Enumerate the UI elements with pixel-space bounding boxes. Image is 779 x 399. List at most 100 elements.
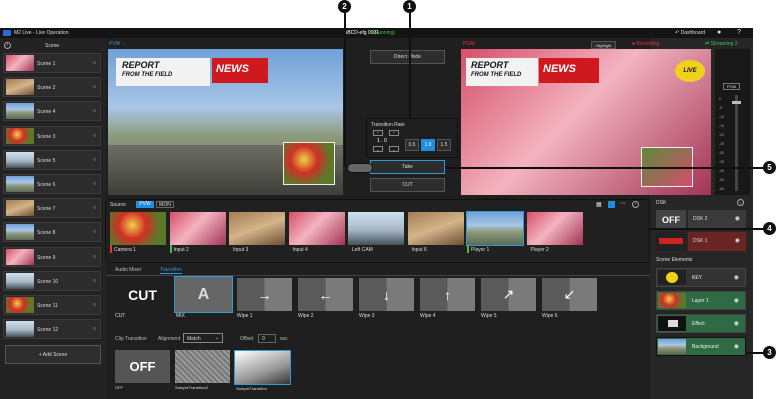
scene-menu-icon[interactable]: ≡ [93, 254, 96, 260]
transition-label: Wipe 6 [542, 313, 558, 319]
scene-menu-icon[interactable]: ≡ [93, 326, 96, 332]
scene-item[interactable]: Scene 8 ≡ [3, 222, 101, 243]
transition-tile[interactable]: ← Wipe 2 [298, 278, 353, 320]
source-tile[interactable]: Left CAM [348, 212, 404, 255]
transition-tile[interactable]: → Wipe 1 [237, 278, 292, 320]
collapse-left-icon[interactable]: ‹ [4, 42, 11, 49]
scene-label: Scene 3 [37, 133, 56, 140]
element-key[interactable]: KEY ◉ [656, 268, 746, 287]
wipe-arrow-icon: ← [298, 278, 353, 311]
collapse-right-icon[interactable]: › [737, 199, 744, 206]
source-tile[interactable]: Input 6 [407, 212, 464, 255]
recording-status: ● Recording [632, 41, 660, 47]
scene-item[interactable]: Scene 5 ≡ [3, 149, 101, 170]
offset-label: Offset [240, 336, 254, 342]
collapse-up-icon[interactable]: ⌃ [632, 201, 639, 208]
take-button[interactable]: Take [370, 160, 445, 174]
element-background[interactable]: Background ◉ [656, 337, 746, 356]
scene-menu-icon[interactable]: ≡ [93, 181, 96, 187]
dashboard-button[interactable]: ↶ Dashboard [675, 30, 705, 36]
clip-off-tile[interactable]: OFF [115, 350, 170, 383]
clip-sample2-tile[interactable] [175, 350, 230, 383]
transition-tile[interactable]: CUT CUT [115, 278, 170, 320]
dsk-label: DSK [656, 200, 667, 206]
pvw-label[interactable]: PVW ⌄ [109, 41, 126, 47]
scene-item[interactable]: Scene 11 ≡ [3, 295, 101, 315]
scene-menu-icon[interactable]: ≡ [93, 205, 96, 211]
tally-indicator [169, 245, 172, 253]
clip-transition-label: Clip Transition [115, 336, 147, 342]
scene-menu-icon[interactable]: ≡ [93, 133, 96, 139]
transition-rate-box: Transition Rate ⌃ ⌃ 1 . 0 ⌄ ⌄ 0.5 1.0 1.… [366, 118, 458, 158]
callout-5-line [445, 167, 764, 169]
tab-audio-mixer[interactable]: Audio Mixer [115, 267, 141, 273]
rate-down-fine-icon[interactable]: ⌄ [389, 146, 399, 152]
offset-input[interactable]: 0 [258, 334, 276, 343]
scene-item[interactable]: Scene 7 ≡ [3, 198, 101, 219]
scene-item[interactable]: Scene 3 ≡ [3, 125, 101, 146]
scene-item[interactable]: Scene 12 ≡ [3, 319, 101, 340]
app-logo [3, 30, 11, 36]
clip-sample-tile[interactable] [234, 350, 291, 385]
scene-menu-icon[interactable]: ≡ [93, 84, 96, 90]
scene-item[interactable]: Scene 6 ≡ [3, 174, 101, 194]
dsk-1-row[interactable]: DSK 1 ◉ [688, 232, 746, 251]
element-layer-1[interactable]: Layer 1 ◉ [656, 291, 746, 310]
pvw-monitor: REPORT FROM THE FIELD NEWS [108, 49, 343, 195]
source-tile[interactable]: Input 2 [169, 212, 226, 255]
dsk-off-button[interactable]: OFF [656, 210, 686, 229]
scene-item[interactable]: Scene 10 ≡ [3, 270, 101, 291]
rate-up-icon[interactable]: ⌃ [373, 130, 383, 136]
scene-menu-icon[interactable]: ≡ [93, 108, 96, 114]
callout-1-line [409, 12, 411, 118]
rate-up-fine-icon[interactable]: ⌃ [389, 130, 399, 136]
highlight-button[interactable]: Highlight [591, 41, 616, 49]
transition-tile[interactable]: ↙ Wipe 6 [542, 278, 597, 320]
transition-tile[interactable]: A MIX [174, 276, 233, 320]
transition-label: Wipe 1 [237, 313, 253, 319]
add-scene-button[interactable]: + Add Scene [5, 345, 101, 364]
source-label: Input 6 [411, 247, 427, 253]
scene-item[interactable]: Scene 9 ≡ [3, 246, 101, 267]
scene-item[interactable]: Scene 4 ≡ [3, 101, 101, 122]
rate-down-icon[interactable]: ⌄ [373, 146, 383, 152]
rate-preset-1-0[interactable]: 1.0 [421, 139, 435, 151]
scene-menu-icon[interactable]: ≡ [93, 157, 96, 163]
element-effect[interactable]: Effect ◉ [656, 314, 746, 333]
meter-fader[interactable] [732, 101, 741, 104]
large-view-icon[interactable] [608, 201, 615, 208]
user-icon[interactable]: ● [717, 29, 721, 36]
cut-button[interactable]: CUT [370, 178, 445, 192]
scene-thumbnail [6, 176, 34, 192]
scene-menu-icon[interactable]: ≡ [93, 60, 96, 66]
source-tile[interactable]: Player 1 [466, 211, 524, 255]
source-tile[interactable]: Input 4 [288, 212, 345, 255]
scene-thumbnail [6, 272, 34, 289]
alignment-select[interactable]: Match ⌄ [183, 333, 223, 343]
direct-mode-button[interactable]: Direct Mode [370, 50, 445, 64]
rate-preset-1-5[interactable]: 1.5 [437, 139, 451, 151]
title-bar: M2 Live - Live Operation ABCD-efg 0001 (… [0, 28, 753, 38]
tab-mon[interactable]: MON [156, 201, 174, 208]
transition-label: Wipe 5 [481, 313, 497, 319]
tab-pvw[interactable]: PVW [136, 201, 154, 208]
transition-tile[interactable]: ↗ Wipe 5 [481, 278, 536, 320]
scene-item[interactable]: Scene 1 ≡ [3, 53, 101, 73]
transition-tile[interactable]: ↓ Wipe 3 [359, 278, 414, 320]
more-icon[interactable]: ⋯ [620, 200, 626, 207]
rate-preset-0-5[interactable]: 0.5 [405, 139, 419, 151]
scene-item[interactable]: Scene 2 ≡ [3, 77, 101, 98]
source-tile[interactable]: Player 2 [526, 212, 583, 255]
meter-pgm-label: PGM [723, 83, 741, 90]
source-tile[interactable]: Camera 1 [110, 212, 166, 255]
source-tile[interactable]: Input 3 [229, 212, 285, 255]
scene-menu-icon[interactable]: ≡ [93, 278, 96, 284]
help-icon[interactable]: ? [737, 29, 741, 36]
scene-menu-icon[interactable]: ≡ [93, 302, 96, 308]
scene-menu-icon[interactable]: ≡ [93, 229, 96, 235]
transition-lever[interactable] [347, 163, 373, 173]
grid-view-icon[interactable]: ▦ [596, 201, 602, 208]
tab-transition[interactable]: Transition [160, 267, 182, 274]
transition-tile[interactable]: ↑ Wipe 4 [420, 278, 475, 320]
dsk-2-row[interactable]: DSK 2 ◉ [688, 210, 746, 229]
